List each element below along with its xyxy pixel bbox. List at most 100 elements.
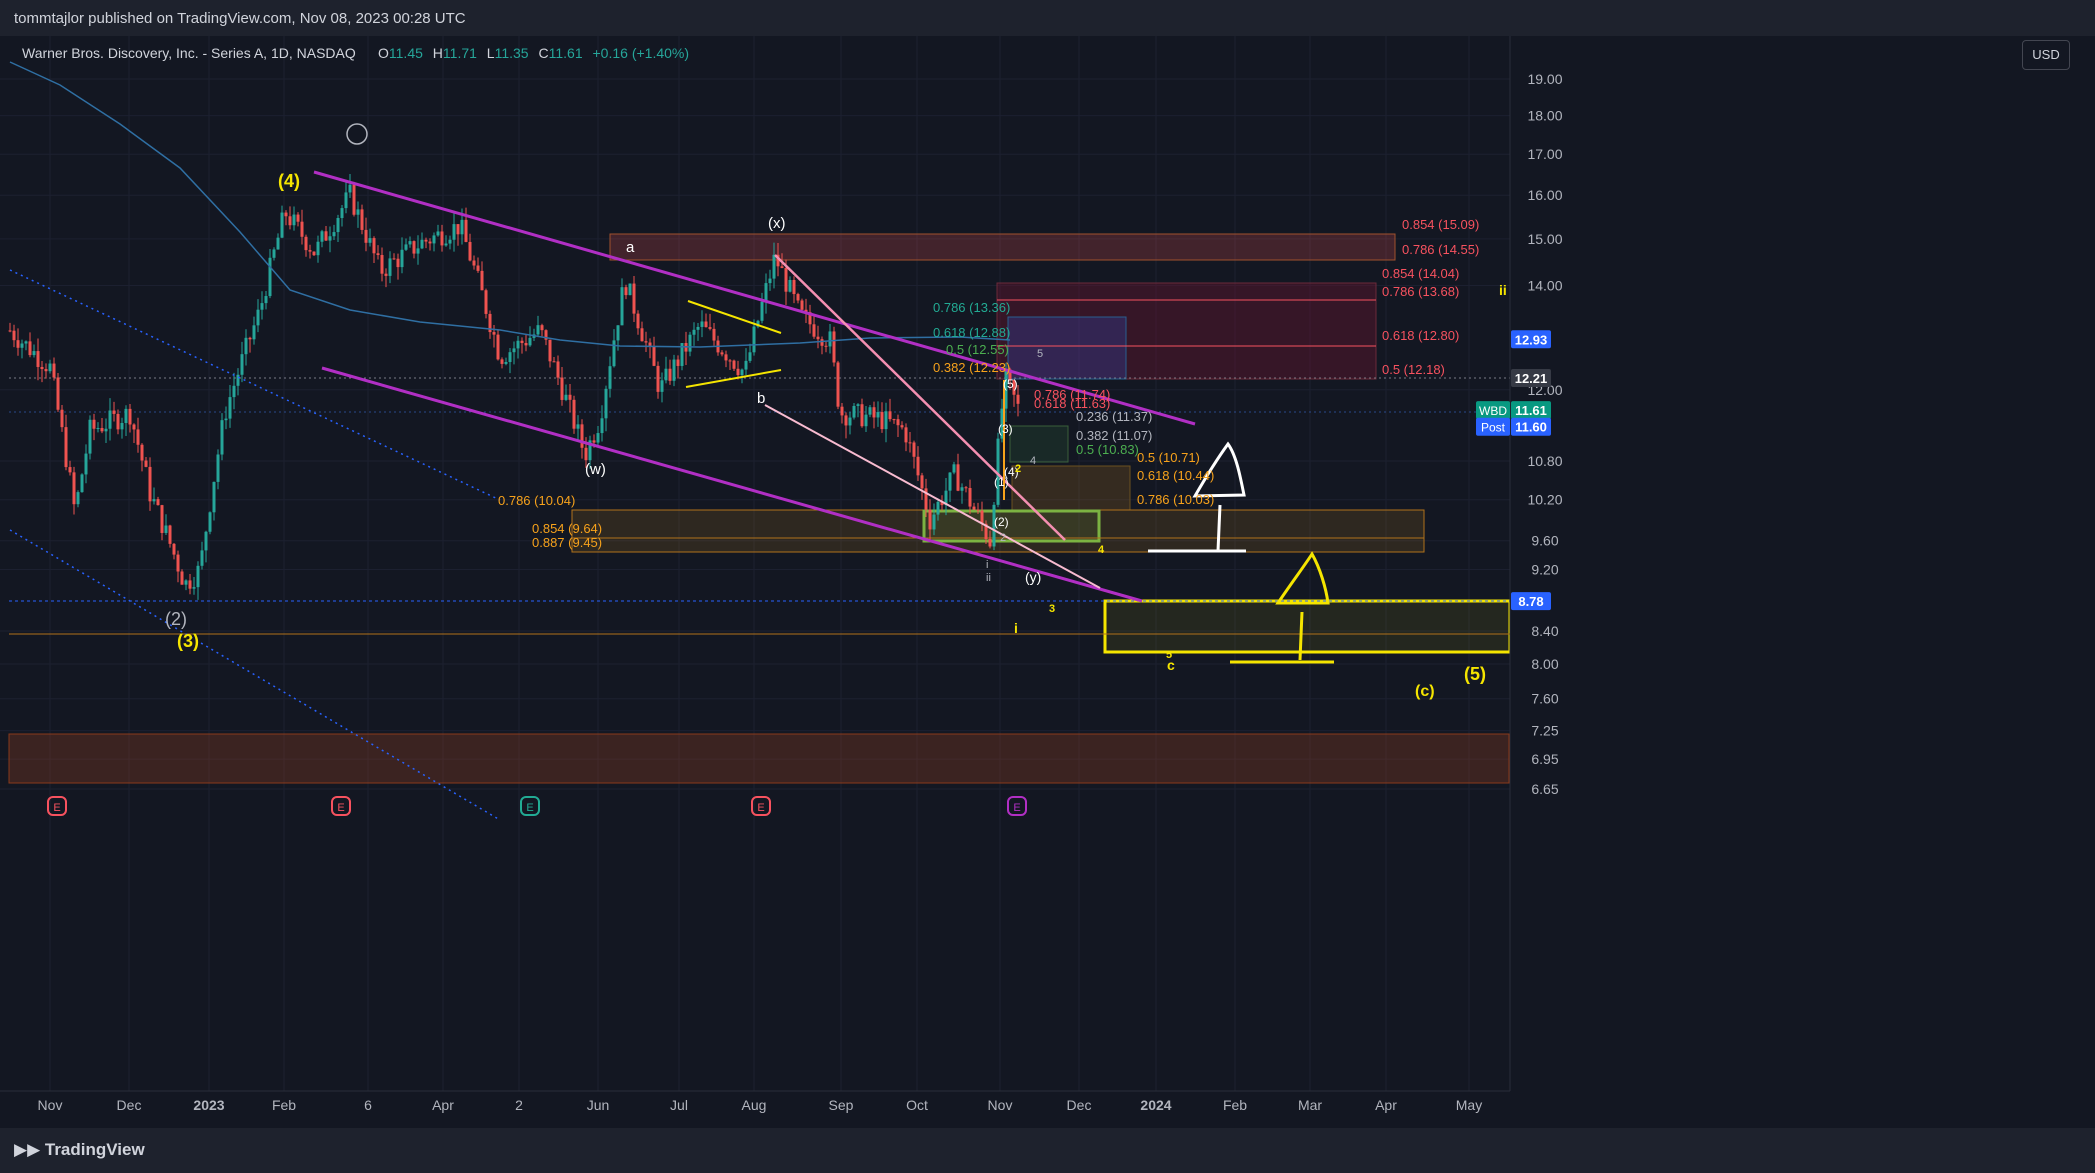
candle-body <box>288 216 292 226</box>
y-tick-label: 18.00 <box>1527 108 1562 124</box>
y-tick-label: 14.00 <box>1527 278 1562 294</box>
candle-body <box>568 394 572 400</box>
candle-body <box>844 415 848 426</box>
candle-body <box>176 554 180 572</box>
y-tick-label: 6.65 <box>1531 781 1558 797</box>
candle-body <box>196 565 200 588</box>
candle-body <box>172 543 176 555</box>
candle-body <box>932 514 936 530</box>
candle-body <box>824 345 828 347</box>
candle-body <box>388 258 392 276</box>
candle-body <box>380 255 384 274</box>
wave-label: 3 <box>1049 603 1055 615</box>
candle-body <box>504 362 508 364</box>
wave-label: 2 <box>1000 532 1006 544</box>
candle-body <box>468 241 472 261</box>
candle-body <box>124 408 128 423</box>
tradingview-logo[interactable]: ▶▶ TradingView <box>14 1140 145 1160</box>
candle-body <box>872 407 876 418</box>
candle-body <box>652 346 656 366</box>
candle-body <box>800 300 804 310</box>
candle-body <box>308 250 312 252</box>
price-badge-tag-label: Post <box>1481 421 1506 435</box>
fib-label: 0.618 (10.44) <box>1137 468 1214 483</box>
candle-body <box>16 340 20 348</box>
candle-body <box>304 236 308 251</box>
price-axis-panel <box>1510 36 2095 1128</box>
candle-body <box>888 411 892 420</box>
candle-body <box>188 580 192 589</box>
fib-label: 0.854 (14.04) <box>1382 266 1459 281</box>
candle-body <box>832 331 836 363</box>
candle-body <box>412 241 416 254</box>
candle-body <box>40 366 44 370</box>
symbol-name: Warner Bros. Discovery, Inc. - Series A,… <box>22 45 356 61</box>
earnings-marker-label: E <box>1013 802 1020 814</box>
candle-body <box>792 280 796 295</box>
wave-label: (3) <box>177 631 199 651</box>
fib-label: 0.236 (11.37) <box>1076 409 1152 424</box>
candle-body <box>456 224 460 235</box>
yellow-target-box <box>1103 599 1512 654</box>
low-label: L <box>487 45 495 61</box>
candle-body <box>712 328 716 341</box>
fib-label: 0.382 (11.07) <box>1076 428 1152 443</box>
footer: ▶▶ TradingView <box>0 1128 2095 1173</box>
candle-body <box>980 510 984 524</box>
candle-body <box>212 481 216 513</box>
y-tick-label: 7.25 <box>1531 723 1558 739</box>
candle-body <box>116 413 120 430</box>
candle-body <box>640 328 644 342</box>
x-tick-label: Jul <box>670 1097 688 1113</box>
candle-body <box>440 231 444 246</box>
candle-body <box>428 241 432 244</box>
candle-body <box>420 239 424 249</box>
candle-body <box>208 512 212 532</box>
candle-body <box>376 253 380 256</box>
candle-body <box>276 237 280 250</box>
candle-body <box>916 456 920 476</box>
wave-label: 5 <box>1037 348 1043 360</box>
candle-body <box>92 419 96 429</box>
candle-body <box>848 417 852 426</box>
candle-body <box>220 420 224 455</box>
candle-body <box>452 224 456 240</box>
candle-body <box>584 447 588 461</box>
candle-body <box>812 324 816 337</box>
fib-zone-blue <box>1007 316 1127 380</box>
candle-body <box>52 363 56 378</box>
candle-body <box>816 336 820 340</box>
x-tick-label: 2024 <box>1140 1097 1171 1113</box>
x-tick-label: 2023 <box>193 1097 224 1113</box>
candle-body <box>900 425 904 428</box>
candle-body <box>340 208 344 219</box>
candle-body <box>564 394 568 400</box>
fib-label: 0.618 (12.88) <box>933 325 1010 340</box>
fib-zone-orange <box>1011 465 1131 511</box>
candle-body <box>620 287 624 326</box>
price-badge-value: 12.21 <box>1515 371 1548 386</box>
price-badge-value: 8.78 <box>1518 594 1543 609</box>
candle-body <box>928 509 932 530</box>
candle-body <box>880 412 884 430</box>
y-tick-label: 16.00 <box>1527 187 1562 203</box>
candle-body <box>156 499 160 506</box>
fib-label: 0.854 (15.09) <box>1402 217 1479 232</box>
candle-body <box>88 419 92 454</box>
x-tick-label: Feb <box>1223 1097 1247 1113</box>
wave-label: ii <box>986 572 991 584</box>
candle-body <box>696 326 700 330</box>
wave-label: (4) <box>278 171 300 191</box>
fib-label: 0.854 (9.64) <box>532 521 602 536</box>
candle-body <box>436 231 440 236</box>
candle-body <box>884 411 888 430</box>
price-badge-value: 11.61 <box>1515 403 1547 418</box>
currency-button[interactable]: USD <box>2022 40 2070 70</box>
candle-body <box>392 258 396 260</box>
price-chart[interactable]: 0.854 (15.09) 0.786 (14.55) 0.854 (14.04) 0… <box>0 36 2095 1128</box>
candle-body <box>828 331 832 347</box>
earnings-marker-label: E <box>757 802 764 814</box>
candle-body <box>492 332 496 335</box>
candle-body <box>336 218 340 233</box>
candle-body <box>748 352 752 361</box>
